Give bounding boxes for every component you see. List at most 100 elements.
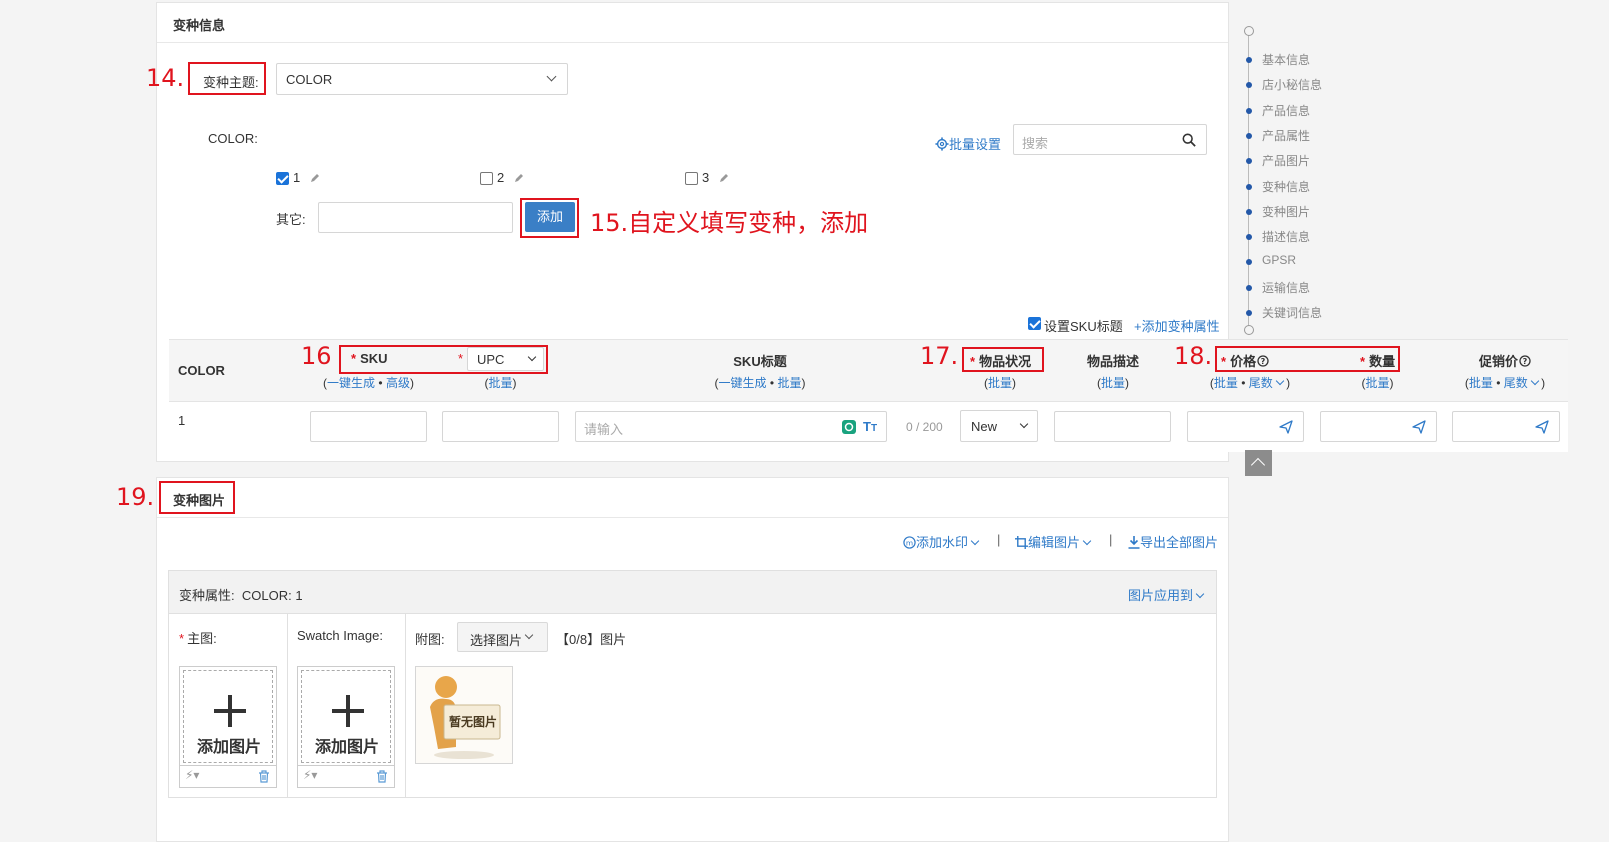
- upload-area[interactable]: 添加图片: [183, 670, 273, 763]
- condition-select[interactable]: New: [960, 410, 1038, 442]
- upc-select[interactable]: UPC: [467, 347, 544, 371]
- ai-assist-icon[interactable]: [842, 420, 856, 434]
- advanced-link[interactable]: 高级: [386, 376, 410, 390]
- edit-pencil-icon[interactable]: [310, 173, 320, 183]
- sku-input[interactable]: [310, 411, 427, 442]
- divider: [405, 614, 406, 798]
- variant-attr-label: 变种属性: COLOR: 1: [179, 585, 303, 604]
- apply-image-to-menu[interactable]: 图片应用到: [1128, 585, 1205, 604]
- col-sku-header: * SKU: [351, 351, 388, 366]
- qty-actions: (批量): [1340, 374, 1415, 391]
- chevron-down-icon: [1195, 589, 1205, 599]
- nav-item[interactable]: 运输信息: [1262, 279, 1310, 296]
- sku-actions: (一键生成 • 高级): [310, 374, 427, 391]
- chevron-down-icon: [1082, 536, 1092, 546]
- price-tail-link[interactable]: 尾数: [1248, 376, 1285, 390]
- batch-settings-link[interactable]: 批量设置: [935, 134, 1001, 153]
- add-variant-attr-link[interactable]: +添加变种属性: [1134, 316, 1220, 335]
- batch-settings-label: 批量设置: [949, 137, 1002, 152]
- no-image-placeholder: 暂无图片: [415, 666, 513, 764]
- promo-actions: (批量 • 尾数 ): [1450, 374, 1560, 391]
- upc-batch-link[interactable]: 批量: [488, 376, 512, 390]
- nav-dot: [1246, 184, 1252, 190]
- price-input[interactable]: [1187, 411, 1304, 442]
- nav-item[interactable]: 基本信息: [1262, 51, 1310, 68]
- nav-item[interactable]: GPSR: [1262, 253, 1296, 267]
- magic-wand-icon[interactable]: ⚡▾: [185, 768, 199, 782]
- download-icon: [1128, 536, 1140, 549]
- nav-item[interactable]: 产品信息: [1262, 102, 1310, 119]
- nav-item[interactable]: 变种图片: [1262, 203, 1310, 220]
- desc-batch-link[interactable]: 批量: [1101, 376, 1125, 390]
- one-click-generate-link[interactable]: 一键生成: [327, 376, 375, 390]
- variant-theme-select[interactable]: COLOR: [276, 63, 568, 95]
- back-to-top-button[interactable]: [1245, 450, 1272, 476]
- chevron-down-icon: [1530, 376, 1540, 386]
- export-all-images-link[interactable]: 导出全部图片: [1128, 532, 1218, 551]
- set-sku-title-checkbox[interactable]: [1028, 317, 1041, 330]
- col-qty-header: * 数量: [1360, 354, 1396, 369]
- edit-pencil-icon[interactable]: [514, 173, 524, 183]
- dot-separator: •: [1241, 376, 1246, 390]
- main-image-upload[interactable]: 添加图片 ⚡▾: [179, 666, 277, 788]
- nav-item[interactable]: 店小秘信息: [1262, 76, 1322, 93]
- option-1-checkbox[interactable]: [276, 172, 289, 185]
- variant-theme-label: 变种主题:: [203, 75, 259, 90]
- add-variant-button[interactable]: 添加: [525, 202, 575, 232]
- trash-icon[interactable]: [376, 770, 388, 783]
- send-icon[interactable]: [1535, 420, 1549, 434]
- search-icon[interactable]: [1182, 133, 1196, 147]
- other-input[interactable]: [318, 202, 513, 233]
- magic-wand-icon[interactable]: ⚡▾: [303, 768, 317, 782]
- send-icon[interactable]: [1279, 420, 1293, 434]
- upc-input[interactable]: [442, 411, 559, 442]
- text-format-icon[interactable]: TT: [863, 419, 877, 434]
- add-watermark-menu[interactable]: m 添加水印: [903, 532, 980, 551]
- promo-batch-link[interactable]: 批量: [1469, 376, 1493, 390]
- help-circle-icon[interactable]: ?: [1257, 355, 1269, 367]
- edit-image-menu[interactable]: 编辑图片: [1015, 532, 1092, 551]
- upc-required-mark: *: [458, 351, 464, 366]
- col-price-header: * 价格?: [1221, 351, 1269, 370]
- sku-title-generate-link[interactable]: 一键生成: [719, 376, 767, 390]
- paren: ): [1286, 376, 1291, 390]
- swatch-image-upload[interactable]: 添加图片 ⚡▾: [297, 666, 395, 788]
- sku-title-input[interactable]: 请输入 TT: [575, 411, 887, 442]
- price-batch-link[interactable]: 批量: [1214, 376, 1238, 390]
- price-tail-label: 尾数: [1248, 376, 1273, 390]
- upc-actions: (批量): [442, 374, 559, 391]
- paren: ): [1125, 376, 1129, 390]
- edit-image-label: 编辑图片: [1028, 535, 1081, 550]
- sku-title-char-count: 0 / 200: [906, 420, 943, 434]
- desc-input[interactable]: [1054, 411, 1171, 442]
- help-circle-icon[interactable]: ?: [1519, 355, 1531, 367]
- trash-icon[interactable]: [258, 770, 270, 783]
- option-3-checkbox[interactable]: [685, 172, 698, 185]
- send-icon[interactable]: [1412, 420, 1426, 434]
- col-qty-label: 数量: [1369, 354, 1396, 369]
- col-condition-header: * 物品状况: [970, 354, 1032, 369]
- choose-image-dropdown[interactable]: 选择图片: [457, 622, 548, 652]
- nav-item[interactable]: 描述信息: [1262, 228, 1310, 245]
- qty-batch-link[interactable]: 批量: [1365, 376, 1389, 390]
- edit-pencil-icon[interactable]: [719, 173, 729, 183]
- search-input[interactable]: 搜索: [1013, 124, 1207, 155]
- sku-title-batch-link[interactable]: 批量: [777, 376, 801, 390]
- qty-input[interactable]: [1320, 411, 1437, 442]
- option-2-checkbox[interactable]: [480, 172, 493, 185]
- nav-item[interactable]: 关键词信息: [1262, 304, 1322, 321]
- nav-item[interactable]: 产品图片: [1262, 152, 1310, 169]
- nav-item[interactable]: 产品属性: [1262, 127, 1310, 144]
- promo-input[interactable]: [1452, 411, 1560, 442]
- nav-item[interactable]: 变种信息: [1262, 178, 1310, 195]
- nav-dot: [1246, 209, 1252, 215]
- upload-footer: ⚡▾: [298, 765, 394, 787]
- condition-batch-link[interactable]: 批量: [988, 376, 1012, 390]
- promo-tail-link[interactable]: 尾数: [1503, 376, 1540, 390]
- annotation-14: 14.: [146, 64, 185, 92]
- upload-area[interactable]: 添加图片: [301, 670, 391, 763]
- annotation-16: 16: [301, 342, 332, 370]
- export-all-label: 导出全部图片: [1140, 535, 1219, 550]
- other-label: 其它:: [276, 212, 306, 227]
- promo-tail-label: 尾数: [1503, 376, 1528, 390]
